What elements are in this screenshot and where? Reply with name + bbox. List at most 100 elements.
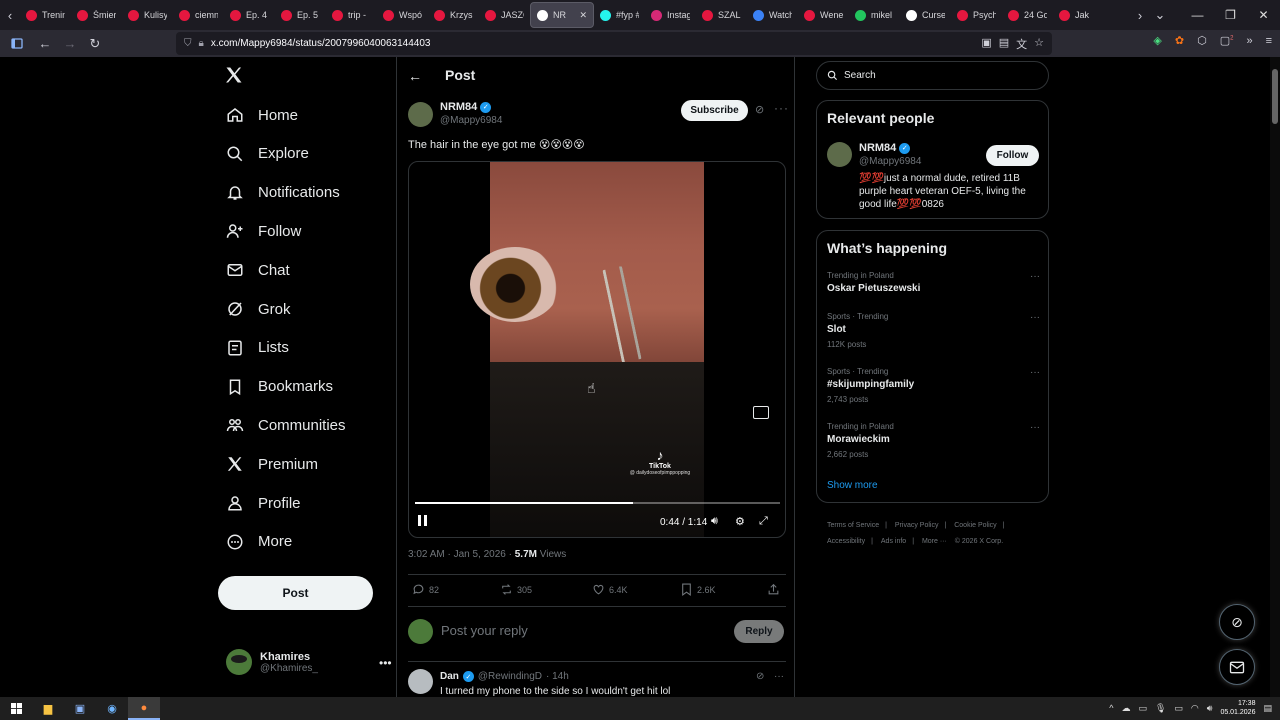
clock[interactable]: 17:38 05.01.2026 <box>1220 699 1255 717</box>
nav-item-grok[interactable]: Grok <box>226 295 291 323</box>
nav-item-profile[interactable]: Profile <box>226 489 301 517</box>
nav-item-more[interactable]: More <box>226 528 292 556</box>
browser-tab[interactable]: SZALC <box>696 2 747 28</box>
browser-tab[interactable]: Wspó <box>377 2 428 28</box>
browser-tab[interactable]: 24 Go <box>1002 2 1053 28</box>
search-input[interactable] <box>844 70 1034 81</box>
footer-ads-link[interactable]: Ads info <box>881 538 906 545</box>
more-dots-icon[interactable]: ··· <box>1030 367 1040 378</box>
browser-tab[interactable]: Instag <box>645 2 696 28</box>
more-dots-icon[interactable]: ··· <box>1030 271 1040 282</box>
repost-action[interactable]: 305 <box>500 583 532 596</box>
tray-cloud-icon[interactable]: ☁ <box>1121 703 1130 714</box>
author-name-row[interactable]: NRM84 ✓ <box>440 101 492 113</box>
person-handle[interactable]: @Mappy6984 <box>859 156 921 167</box>
reply-author-name[interactable]: Dan <box>440 671 459 682</box>
nav-item-notifications[interactable]: Notifications <box>226 179 340 207</box>
trend-item[interactable]: Trending in Poland Oskar Pietuszewski ··· <box>827 271 1040 294</box>
reader-view-icon[interactable]: ▤ <box>999 36 1009 52</box>
tracking-shield-icon[interactable]: ⛉ <box>184 38 192 49</box>
reply-author-handle[interactable]: @RewindingD <box>478 671 542 682</box>
show-more-link[interactable]: Show more <box>827 480 878 491</box>
browser-tab[interactable]: #fyp # <box>594 2 645 28</box>
browser-tab[interactable]: Ep. 4 <box>224 2 275 28</box>
overflow-chevron-icon[interactable]: » <box>1246 35 1252 47</box>
footer-terms-link[interactable]: Terms of Service <box>827 522 879 529</box>
address-bar[interactable]: ⛉ 🔒︎ x.com/Mappy6984/status/200799604006… <box>176 32 1052 55</box>
browser-tab[interactable]: Krzys <box>428 2 479 28</box>
extensions-puzzle-icon[interactable]: ⬡ <box>1197 34 1207 47</box>
footer-more-link[interactable]: More ··· <box>922 538 947 545</box>
back-icon[interactable]: ← <box>33 32 57 56</box>
reply-input[interactable] <box>441 623 721 638</box>
like-action[interactable]: 6.4K <box>592 583 628 596</box>
close-window-icon[interactable]: ✕ <box>1247 0 1280 30</box>
steam-icon[interactable]: ◉ <box>96 697 128 720</box>
nav-item-explore[interactable]: Explore <box>226 140 309 168</box>
reload-icon[interactable]: ↻ <box>83 32 107 56</box>
footer-accessibility-link[interactable]: Accessibility <box>827 538 865 545</box>
author-avatar[interactable] <box>408 102 433 127</box>
footer-cookie-link[interactable]: Cookie Policy <box>954 522 996 529</box>
video-progress-bar[interactable] <box>415 502 780 504</box>
more-dots-icon[interactable]: ••• <box>379 656 392 670</box>
more-dots-icon[interactable]: ··· <box>1030 422 1040 433</box>
author-handle[interactable]: @Mappy6984 <box>440 115 502 126</box>
tray-display-icon[interactable]: ▭ <box>1174 703 1183 714</box>
forward-icon[interactable]: → <box>58 32 82 56</box>
browser-tab[interactable]: NR ✕ <box>530 2 594 28</box>
tray-wifi-icon[interactable]: ◠ <box>1191 703 1199 714</box>
messages-fab[interactable] <box>1219 649 1255 685</box>
more-dots-icon[interactable]: ··· <box>774 671 784 682</box>
tray-network-icon[interactable]: ▭ <box>1138 703 1147 714</box>
tab-scroll-left-icon[interactable]: ‹ <box>0 0 20 30</box>
more-dots-icon[interactable]: ··· <box>1030 312 1040 323</box>
share-action[interactable] <box>767 583 780 596</box>
nav-item-chat[interactable]: Chat <box>226 256 290 284</box>
footer-privacy-link[interactable]: Privacy Policy <box>895 522 939 529</box>
reply-item[interactable]: Dan ✓ @RewindingD · 14h ⊘ ··· I turned m… <box>408 669 786 697</box>
menu-hamburger-icon[interactable]: ≡ <box>1266 35 1272 47</box>
vpn-shield-icon[interactable]: ◈ <box>1153 34 1161 47</box>
scrollbar-thumb[interactable] <box>1272 69 1278 124</box>
trend-item[interactable]: Sports · Trending #skijumpingfamily 2,743 … <box>827 367 1040 404</box>
settings-gear-icon[interactable]: ⚙ <box>735 515 749 529</box>
nav-item-premium[interactable]: Premium <box>226 450 318 478</box>
restore-icon[interactable]: ❐ <box>1214 0 1247 30</box>
tray-microphone-icon[interactable]: 🎙︎ <box>1155 703 1166 714</box>
close-tab-icon[interactable]: ✕ <box>579 10 587 21</box>
more-dots-icon[interactable]: ··· <box>774 101 789 115</box>
reply-time[interactable]: · 14h <box>546 671 569 682</box>
tray-chevron-icon[interactable]: ^ <box>1109 703 1113 713</box>
nav-item-home[interactable]: Home <box>226 101 298 129</box>
pause-icon[interactable] <box>418 515 430 529</box>
post-timestamp[interactable]: 3:02 AM · Jan 5, 2026 · <box>408 549 515 560</box>
tray-volume-icon[interactable]: 🔊︎ <box>1207 703 1213 714</box>
browser-tab[interactable]: Ep. 5 <box>275 2 326 28</box>
bookmark-action[interactable]: 2.6K <box>680 583 716 596</box>
fullscreen-icon[interactable]: ⤢ <box>759 515 773 529</box>
tab-list-dropdown-icon[interactable]: ⌄ <box>1150 0 1170 30</box>
nav-item-bookmarks[interactable]: Bookmarks <box>226 373 333 401</box>
sidebar-toggle-icon[interactable] <box>5 32 29 56</box>
subscribe-button[interactable]: Subscribe <box>681 100 748 121</box>
reply-button[interactable]: Reply <box>734 620 784 643</box>
nav-item-follow[interactable]: Follow <box>226 217 301 245</box>
translate-icon[interactable]: 文 <box>1016 36 1027 52</box>
app-window-icon[interactable]: ▣ <box>64 697 96 720</box>
account-switcher[interactable]: Khamires @Khamires_ ••• <box>226 649 392 675</box>
extension-badge-icon[interactable]: ▢2 <box>1220 34 1234 47</box>
nav-item-lists[interactable]: Lists <box>226 334 289 362</box>
tab-scroll-right-icon[interactable]: › <box>1130 0 1150 30</box>
person-name-row[interactable]: NRM84 ✓ <box>859 142 911 154</box>
page-scrollbar[interactable] <box>1270 57 1280 697</box>
x-logo-icon[interactable] <box>224 65 246 87</box>
grok-icon[interactable]: ⊘ <box>756 671 764 682</box>
browser-tab[interactable]: ciemn <box>173 2 224 28</box>
back-arrow-icon[interactable]: ← <box>408 68 422 84</box>
browser-tab[interactable]: trip - <box>326 2 377 28</box>
windows-start-icon[interactable] <box>0 697 32 720</box>
person-avatar[interactable] <box>827 142 852 167</box>
browser-tab[interactable]: mikel <box>849 2 900 28</box>
follow-button[interactable]: Follow <box>986 145 1039 166</box>
